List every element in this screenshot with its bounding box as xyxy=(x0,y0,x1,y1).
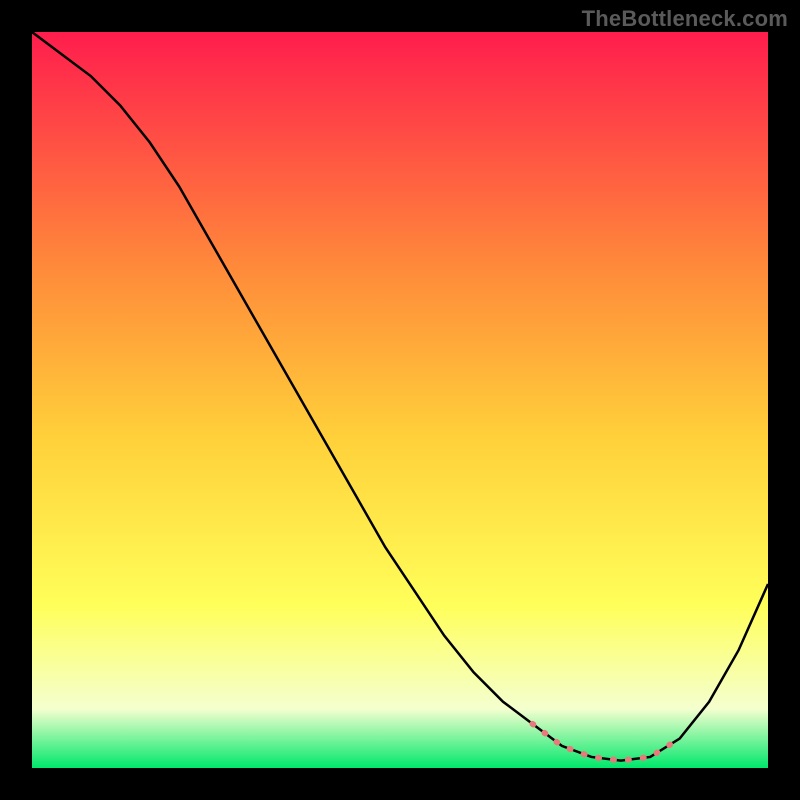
gradient-background xyxy=(32,32,768,768)
chart-frame: TheBottleneck.com xyxy=(0,0,800,800)
watermark-text: TheBottleneck.com xyxy=(582,6,788,32)
plot-area xyxy=(32,32,768,768)
chart-svg xyxy=(32,32,768,768)
